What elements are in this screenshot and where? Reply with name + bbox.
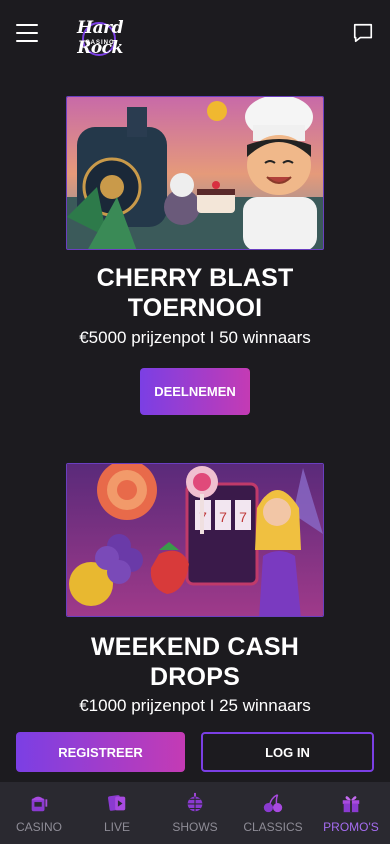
top-header: Hard Rock CASINO xyxy=(0,0,390,66)
tab-promos-label: PROMO'S xyxy=(323,820,379,834)
promo-image-cherry-blast[interactable] xyxy=(66,96,324,250)
promo-subtitle: €1000 prijzenpot I 25 winnaars xyxy=(79,696,311,715)
tab-live[interactable]: LIVE xyxy=(78,782,156,844)
cherries-icon xyxy=(263,794,283,813)
tab-shows-label: SHOWS xyxy=(172,820,218,834)
promo-title-line2: TOERNOOI xyxy=(127,294,263,322)
promo-title-line2: DROPS xyxy=(150,663,240,691)
tab-classics[interactable]: CLASSICS xyxy=(234,782,312,844)
seven-symbol: 7 xyxy=(239,509,247,525)
live-cards-icon xyxy=(108,795,126,811)
promo-title-line1: CHERRY BLAST xyxy=(96,264,294,292)
tab-classics-label: CLASSICS xyxy=(243,820,303,834)
menu-icon[interactable] xyxy=(16,24,38,42)
slot-machine-icon xyxy=(31,796,48,812)
tab-casino-label: CASINO xyxy=(15,820,62,834)
hard-rock-logo[interactable]: Hard Rock CASINO xyxy=(58,14,142,58)
tab-casino[interactable]: CASINO xyxy=(0,782,78,844)
tab-promos[interactable]: PROMO'S xyxy=(312,782,390,844)
join-button[interactable]: DEELNEMEN xyxy=(140,368,250,415)
promo-image-weekend-cash-drops[interactable]: 7 7 7 xyxy=(66,463,324,617)
promo-title-line1: WEEKEND CASH xyxy=(91,633,299,661)
chef-train-illustration xyxy=(67,97,323,249)
login-button[interactable]: LOG IN xyxy=(201,732,374,772)
bottom-tab-bar: CASINO LIVE SHOWS CLASSICS PROMO'S xyxy=(0,782,390,844)
seven-symbol: 7 xyxy=(219,509,227,525)
logo-text: Hard Rock xyxy=(77,18,123,58)
tab-shows[interactable]: SHOWS xyxy=(156,782,234,844)
logo-subtext: CASINO xyxy=(85,40,115,46)
tab-live-label: LIVE xyxy=(103,820,130,834)
disco-ball-icon xyxy=(187,792,203,812)
candy-slots-illustration: 7 7 7 xyxy=(67,464,323,616)
register-button[interactable]: REGISTREER xyxy=(16,732,185,772)
chat-icon[interactable] xyxy=(352,22,374,44)
gift-icon xyxy=(342,796,360,813)
promo-subtitle: €5000 prijzenpot I 50 winnaars xyxy=(79,328,311,347)
